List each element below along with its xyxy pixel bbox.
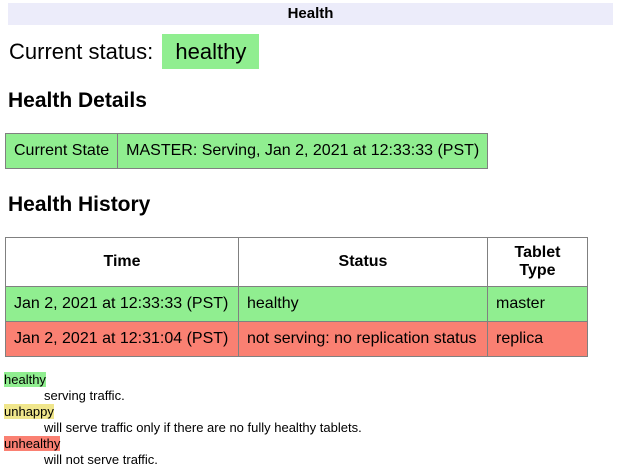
current-status-badge: healthy — [162, 34, 259, 69]
column-header-status: Status — [239, 238, 488, 287]
legend-term-healthy: healthy — [4, 372, 46, 387]
legend-definition: will serve traffic only if there are no … — [44, 420, 613, 436]
page-title: Health — [288, 5, 334, 22]
history-time-cell: Jan 2, 2021 at 12:31:04 (PST) — [6, 322, 239, 357]
health-details-heading: Health Details — [8, 89, 613, 113]
health-history-table: Time Status Tablet Type Jan 2, 2021 at 1… — [5, 237, 588, 357]
current-state-value-cell: MASTER: Serving, Jan 2, 2021 at 12:33:33… — [118, 134, 488, 169]
history-row: Jan 2, 2021 at 12:33:33 (PST) healthy ma… — [6, 287, 588, 322]
health-history-heading: Health History — [8, 193, 613, 217]
legend-term: unhealthy — [4, 436, 613, 452]
current-status-label: Current status: — [9, 39, 153, 64]
legend-term: unhappy — [4, 404, 613, 420]
legend-term-unhappy: unhappy — [4, 404, 54, 419]
history-status-cell: healthy — [239, 287, 488, 322]
health-details-table: Current State MASTER: Serving, Jan 2, 20… — [5, 133, 488, 169]
history-header-row: Time Status Tablet Type — [6, 238, 588, 287]
history-time-cell: Jan 2, 2021 at 12:33:33 (PST) — [6, 287, 239, 322]
history-tablet-type-cell: master — [488, 287, 588, 322]
legend-definition: will not serve traffic. — [44, 452, 613, 468]
current-state-row: Current State MASTER: Serving, Jan 2, 20… — [6, 134, 488, 169]
legend-term-unhealthy: unhealthy — [4, 436, 60, 451]
history-tablet-type-cell: replica — [488, 322, 588, 357]
column-header-time: Time — [6, 238, 239, 287]
legend-term: healthy — [4, 372, 613, 388]
page-header: Health — [8, 3, 613, 25]
history-status-cell: not serving: no replication status — [239, 322, 488, 357]
history-row: Jan 2, 2021 at 12:31:04 (PST) not servin… — [6, 322, 588, 357]
current-state-label-cell: Current State — [6, 134, 118, 169]
legend-definition: serving traffic. — [44, 388, 613, 404]
current-status-line: Current status: healthy — [9, 39, 613, 65]
column-header-tablet-type: Tablet Type — [488, 238, 588, 287]
status-legend: healthy serving traffic. unhappy will se… — [4, 372, 613, 468]
